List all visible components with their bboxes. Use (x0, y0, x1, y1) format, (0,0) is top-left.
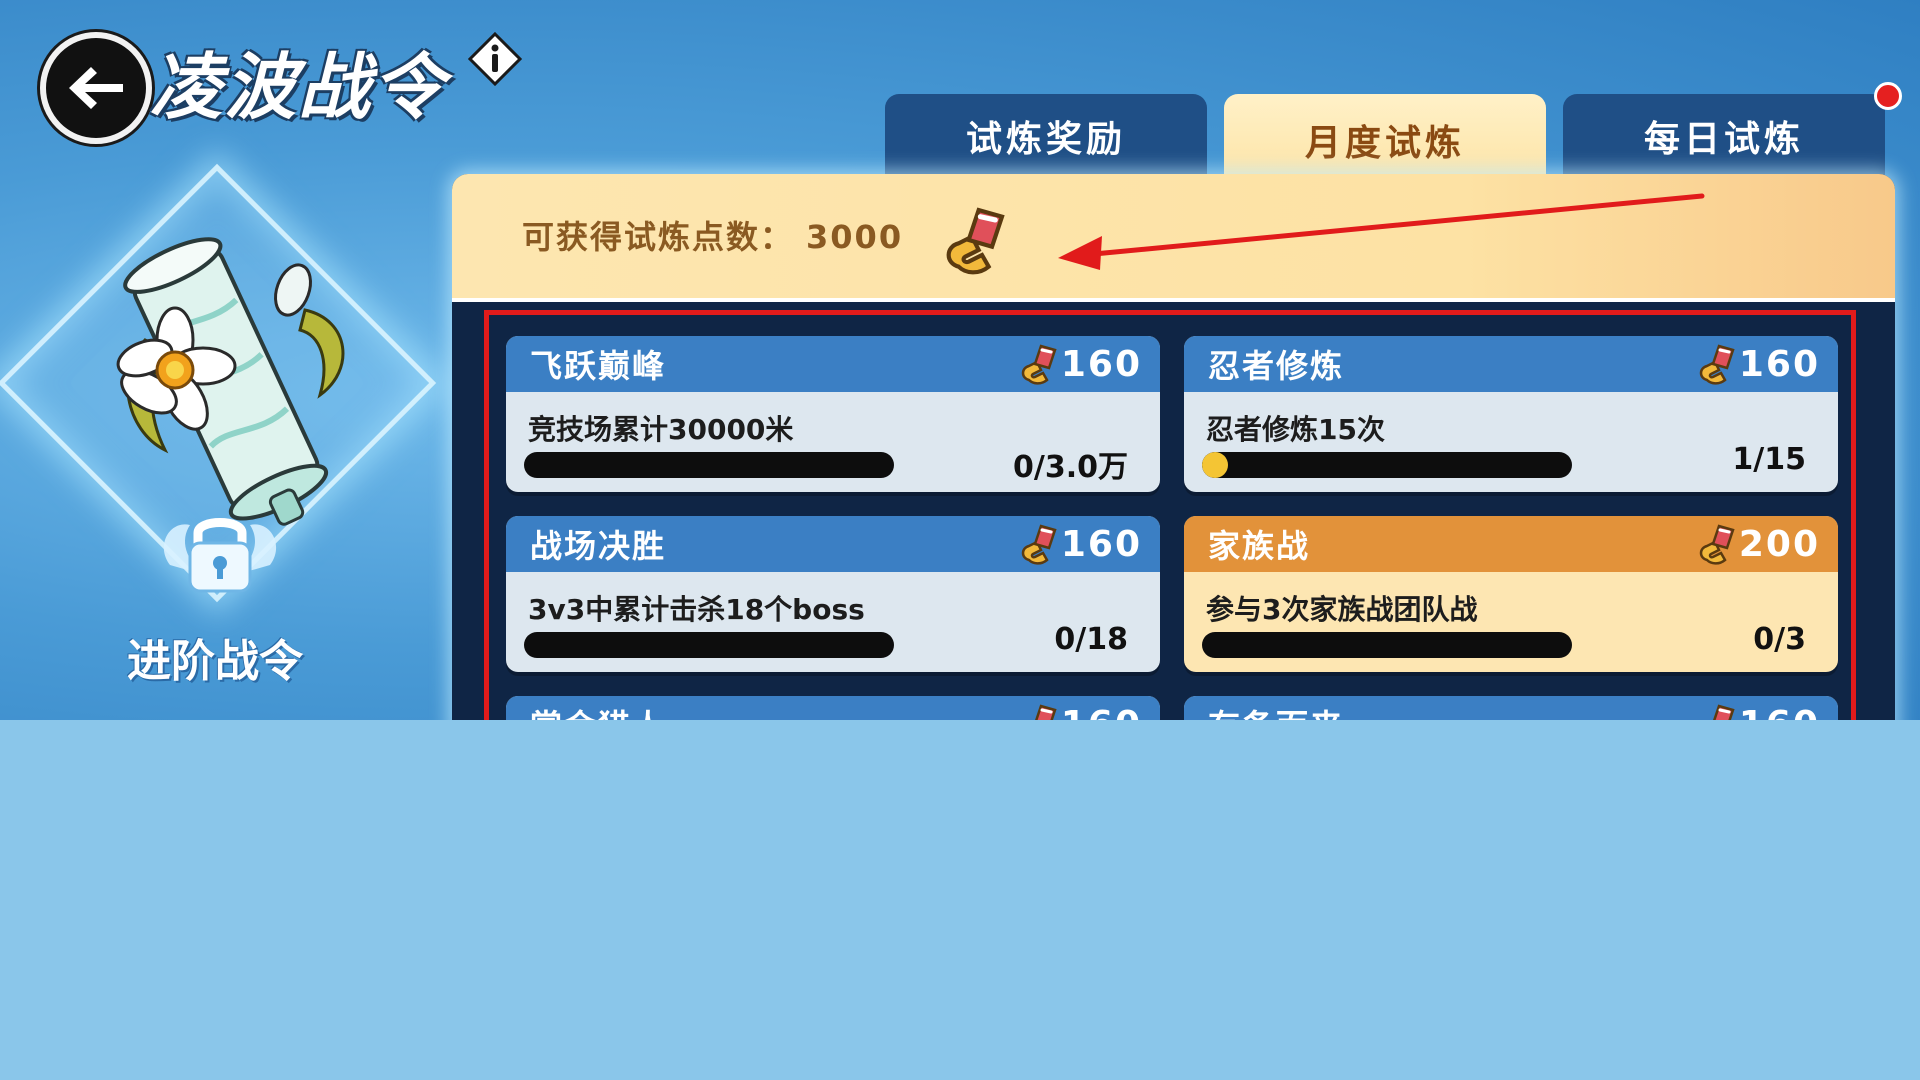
task-title: 家族战 (1208, 527, 1311, 565)
arrow-left-icon (69, 67, 123, 109)
task-card[interactable]: 战场决胜 160 3v3中累计击杀18个boss 0/18 (506, 516, 1160, 672)
task-reward-value: 160 (1061, 704, 1142, 721)
task-progress-bar (524, 632, 894, 658)
task-description: 参与3次家族战团队战 (1206, 593, 1478, 626)
task-card[interactable]: 赏金猎人 160 (506, 696, 1160, 720)
task-card[interactable]: 有备而来 160 (1184, 696, 1838, 720)
task-title: 忍者修炼 (1208, 347, 1345, 385)
task-title: 赏金猎人 (530, 701, 1015, 720)
task-reward: 160 (1015, 700, 1142, 720)
info-icon (468, 32, 522, 86)
task-reward: 160 (1015, 340, 1142, 388)
task-progress-fill (1202, 452, 1228, 478)
advanced-pass-button[interactable]: 进阶战令 (80, 625, 350, 689)
task-reward-value: 160 (1739, 704, 1820, 721)
task-progress-bar (524, 452, 894, 478)
annotation-arrow (1058, 193, 1705, 270)
task-card[interactable]: 飞跃巅峰 160 竞技场累计30000米 0/3.0万 (506, 336, 1160, 492)
task-reward: 160 (1015, 520, 1142, 568)
task-reward-value: 160 (1060, 523, 1142, 565)
task-progress-count: 0/18 (1054, 622, 1128, 657)
task-reward-value: 160 (1738, 343, 1820, 385)
tab-daily-trials[interactable]: 每日试炼 (1563, 94, 1885, 178)
back-button[interactable] (40, 32, 152, 144)
points-value: 3000 (806, 218, 904, 256)
task-card[interactable]: 家族战 200 参与3次家族战团队战 0/3 (1184, 516, 1838, 672)
trial-point-icon (1015, 700, 1059, 720)
task-description: 忍者修炼15次 (1206, 413, 1385, 446)
points-bar: 可获得试炼点数： 3000 (452, 174, 1895, 302)
task-description: 竞技场累计30000米 (528, 413, 794, 446)
task-progress-count: 0/3.0万 (1013, 450, 1128, 485)
tab-monthly-trials[interactable]: 月度试炼 (1224, 94, 1546, 186)
task-progress-bar (1202, 452, 1572, 478)
tab-trial-rewards[interactable]: 试炼奖励 (885, 94, 1207, 178)
trial-point-icon (1015, 340, 1059, 388)
trial-point-icon (1693, 700, 1737, 720)
task-reward-value: 200 (1738, 523, 1820, 565)
lock-icon (163, 518, 277, 593)
task-description: 3v3中累计击杀18个boss (528, 593, 865, 626)
task-reward: 200 (1693, 520, 1820, 568)
trial-point-icon (1693, 340, 1737, 388)
task-progress-bar (1202, 632, 1572, 658)
page-title: 凌波战令 (150, 44, 447, 129)
empty-area (0, 720, 1920, 1080)
trial-point-icon (1693, 520, 1737, 568)
points-label: 可获得试炼点数： (522, 218, 795, 256)
task-title: 飞跃巅峰 (530, 347, 667, 385)
task-card[interactable]: 忍者修炼 160 忍者修炼15次 1/15 (1184, 336, 1838, 492)
task-title: 战场决胜 (530, 527, 667, 565)
task-progress-count: 1/15 (1732, 442, 1806, 477)
scroll-emblem-icon (116, 237, 345, 526)
game-screen: 凌波战令 进阶战令 试炼奖励 月度试炼 每日试炼 可获得试炼点数： 3000 飞… (0, 0, 1920, 720)
info-button[interactable] (468, 32, 522, 86)
task-reward: 160 (1693, 340, 1820, 388)
task-reward-value: 160 (1060, 343, 1142, 385)
task-reward: 160 (1693, 700, 1820, 720)
notification-dot (1874, 82, 1902, 110)
task-progress-count: 0/3 (1753, 622, 1806, 657)
trial-point-icon (935, 200, 1009, 280)
trial-point-icon (1015, 520, 1059, 568)
points-text: 可获得试炼点数： 3000 (522, 212, 903, 258)
task-title: 有备而来 (1208, 701, 1693, 720)
